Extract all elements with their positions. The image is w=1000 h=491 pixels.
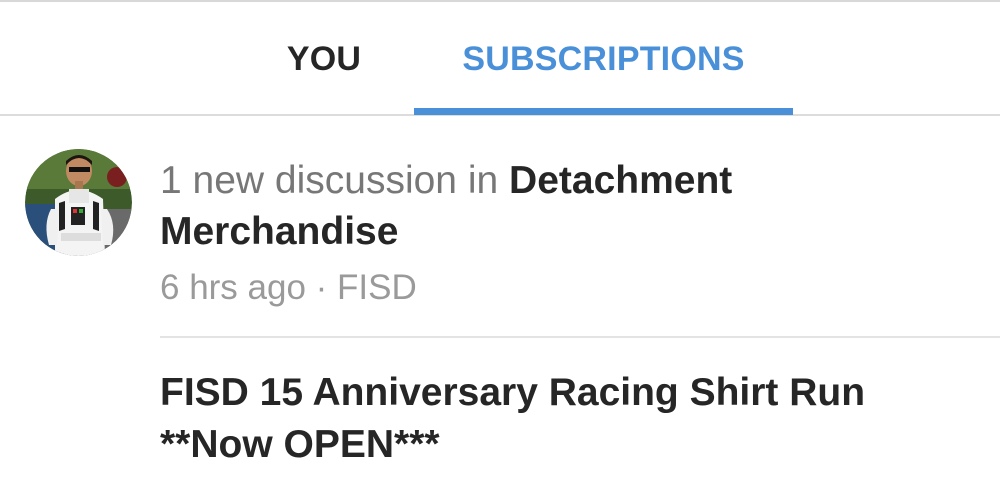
user-avatar-stormtrooper-icon bbox=[25, 149, 132, 256]
notification-item[interactable]: 1 new discussion in Detachment Merchandi… bbox=[0, 118, 1000, 338]
tab-subscriptions-label: SUBSCRIPTIONS bbox=[462, 40, 745, 78]
notification-text: 1 new discussion in Detachment Merchandi… bbox=[160, 155, 960, 257]
meta-separator: · bbox=[305, 268, 338, 307]
notification-meta: 6 hrs ago · FISD bbox=[160, 268, 417, 308]
post-title-line-1: FISD 15 Anniversary Racing Shirt Run bbox=[160, 371, 866, 414]
tab-you[interactable]: YOU bbox=[250, 0, 398, 114]
post-title-line-2: **Now OPEN*** bbox=[160, 423, 440, 466]
tab-you-label: YOU bbox=[286, 40, 362, 78]
list-divider bbox=[160, 336, 1000, 338]
tab-bar: YOU SUBSCRIPTIONS bbox=[0, 0, 1000, 116]
tab-subscriptions[interactable]: SUBSCRIPTIONS bbox=[414, 0, 793, 114]
notification-prefix: 1 new discussion in bbox=[160, 159, 510, 202]
post-title[interactable]: FISD 15 Anniversary Racing Shirt Run **N… bbox=[160, 367, 980, 471]
notification-source: FISD bbox=[337, 268, 417, 307]
notification-time: 6 hrs ago bbox=[160, 268, 306, 307]
active-tab-indicator bbox=[414, 108, 793, 115]
avatar[interactable] bbox=[25, 149, 132, 256]
